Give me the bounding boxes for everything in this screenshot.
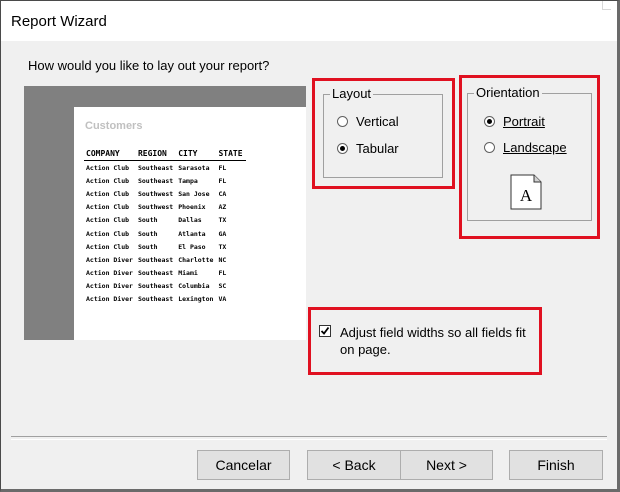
preview-sheet: Customers COMPANY REGION CITY STATE Acti…	[74, 107, 306, 340]
preview-cell: Action Club	[86, 203, 130, 212]
preview-cell: FL	[218, 163, 227, 172]
preview-cell: Phoenix	[178, 203, 206, 212]
preview-cell: Action Club	[86, 229, 130, 238]
back-button[interactable]: < Back	[307, 450, 401, 480]
preview-row: Action Club Southwest San Jose CA	[84, 187, 246, 200]
preview-cell: Southeast	[137, 269, 174, 278]
window-title: Report Wizard	[11, 13, 107, 30]
preview-table: COMPANY REGION CITY STATE Action Club Sou…	[84, 148, 246, 306]
highlight-adjust-widths	[308, 307, 542, 375]
preview-cell: Tampa	[178, 176, 198, 185]
preview-cell: South	[137, 229, 158, 238]
layout-preview: Customers COMPANY REGION CITY STATE Acti…	[24, 86, 306, 340]
highlight-orientation	[459, 75, 600, 239]
preview-cell: Southeast	[137, 255, 174, 264]
preview-cell: Action Diver	[86, 295, 133, 304]
preview-cell: SC	[218, 282, 227, 291]
preview-cell: Miami	[178, 269, 198, 278]
preview-cell: TX	[218, 242, 227, 251]
preview-column-header: COMPANY	[84, 148, 136, 161]
close-button-edge[interactable]	[602, 1, 611, 10]
preview-cell: FL	[218, 176, 227, 185]
preview-cell: Action Diver	[86, 269, 133, 278]
preview-cell: FL	[218, 269, 227, 278]
report-wizard-window: Report Wizard How would you like to lay …	[0, 0, 620, 492]
highlight-layout	[312, 78, 455, 189]
preview-row: Action Club South Atlanta GA	[84, 227, 246, 240]
preview-cell: Southwest	[137, 203, 174, 212]
preview-cell: Lexington	[178, 295, 214, 304]
preview-cell: CA	[218, 189, 227, 198]
preview-cell: AZ	[218, 203, 227, 212]
preview-column-header: STATE	[216, 148, 246, 161]
preview-cell: Action Club	[86, 242, 130, 251]
preview-cell: TX	[218, 216, 227, 225]
next-button[interactable]: Next >	[400, 450, 493, 480]
preview-row: Action Club Southeast Tampa FL	[84, 174, 246, 187]
preview-row: Action Diver Southeast Miami FL	[84, 267, 246, 280]
preview-cell: Sarasota	[178, 163, 210, 172]
preview-cell: NC	[218, 255, 227, 264]
preview-cell: Southeast	[137, 176, 174, 185]
preview-cell: Atlanta	[178, 229, 206, 238]
preview-row: Action Diver Southeast Charlotte NC	[84, 253, 246, 266]
preview-cell: South	[137, 216, 158, 225]
preview-column-header: REGION	[135, 148, 177, 161]
preview-row: Action Club South Dallas TX	[84, 214, 246, 227]
preview-cell: VA	[218, 295, 227, 304]
preview-cell: Action Diver	[86, 282, 133, 291]
preview-cell: San Jose	[178, 189, 210, 198]
preview-row: Action Club Southeast Sarasota FL	[84, 161, 246, 175]
preview-row: Action Diver Southeast Columbia SC	[84, 280, 246, 293]
preview-cell: Action Diver	[86, 255, 133, 264]
preview-cell: South	[137, 242, 158, 251]
preview-cell: Southeast	[137, 282, 174, 291]
footer-separator	[11, 436, 607, 440]
preview-cell: Southeast	[137, 295, 174, 304]
preview-cell: El Paso	[178, 242, 206, 251]
preview-cell: Action Club	[86, 216, 130, 225]
layout-prompt: How would you like to lay out your repor…	[28, 58, 270, 73]
finish-button[interactable]: Finish	[509, 450, 603, 480]
title-bar: Report Wizard	[1, 1, 617, 41]
preview-header-row: COMPANY REGION CITY STATE	[84, 148, 246, 161]
preview-cell: Southwest	[137, 189, 174, 198]
preview-row: Action Club South El Paso TX	[84, 240, 246, 253]
preview-cell: Action Club	[86, 163, 130, 172]
preview-cell: Southeast	[137, 163, 174, 172]
preview-row: Action Club Southwest Phoenix AZ	[84, 201, 246, 214]
preview-cell: Charlotte	[178, 255, 214, 264]
preview-cell: Action Club	[86, 176, 130, 185]
preview-row: Action Diver Southeast Lexington VA	[84, 293, 246, 306]
preview-cell: Dallas	[178, 216, 202, 225]
preview-cell: Action Club	[86, 189, 130, 198]
preview-column-header: CITY	[176, 148, 217, 161]
preview-cell: GA	[218, 229, 227, 238]
cancel-button[interactable]: Cancelar	[197, 450, 290, 480]
preview-report-title: Customers	[85, 120, 143, 132]
preview-cell: Columbia	[178, 282, 210, 291]
